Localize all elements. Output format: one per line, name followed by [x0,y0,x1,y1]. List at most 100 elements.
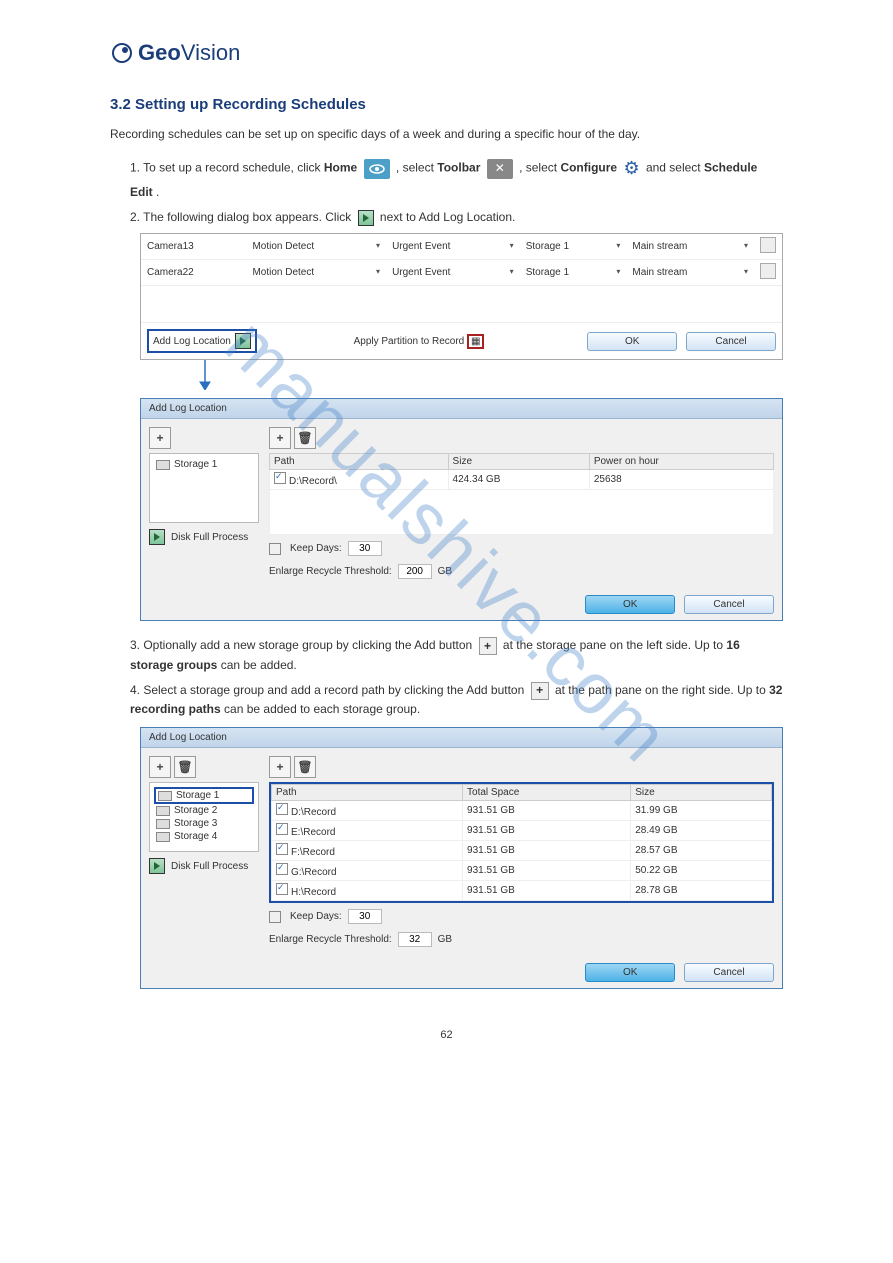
storage-1-item[interactable]: Storage 1 [174,459,217,470]
add-log-dialog-1: Add Log Location + Storage 1 Disk Full P… [140,398,783,621]
play-icon [358,210,374,226]
ok-button-d2[interactable]: OK [585,963,675,982]
enlarge-label-d2: Enlarge Recycle Threshold: [269,934,392,945]
settings-icon-22[interactable] [760,263,776,279]
table-row[interactable]: D:\Record931.51 GB31.99 GB [272,801,772,821]
ok-button-top[interactable]: OK [587,332,677,351]
delete-storage-btn-d2[interactable]: 🗑 [174,756,196,778]
storage-list-d2[interactable]: Storage 1 Storage 2 Storage 3 Storage 4 [149,782,259,852]
delete-path-btn-d1[interactable]: 🗑 [294,427,316,449]
path-table-d2: Path Total Space Size D:\Record931.51 GB… [271,784,772,901]
storage-1-d2[interactable]: Storage 1 [154,787,254,804]
step2-text: 2. The following dialog box appears. Cli… [130,210,355,224]
step3-end: can be added. [221,658,297,672]
cam-13: Camera13 [141,234,246,260]
step-1: 1. To set up a record schedule, click Ho… [130,154,783,202]
table-row[interactable]: F:\Record931.51 GB28.57 GB [272,841,772,861]
table-row[interactable]: G:\Record931.51 GB50.22 GB [272,861,772,881]
row-check[interactable] [276,863,288,875]
disk-full-label-d2[interactable]: Disk Full Process [171,861,248,872]
settings-icon-13[interactable] [760,237,776,253]
dialog1-title: Add Log Location [141,399,782,419]
col-total-d2: Total Space [463,785,631,801]
storage-dd-22[interactable]: Storage 1 [520,260,627,286]
col-path-d1: Path [270,454,449,470]
page-number: 62 [55,1029,838,1041]
cancel-button-d2[interactable]: Cancel [684,963,774,982]
plus-icon-step4: + [531,682,549,700]
keep-days-input-d1[interactable] [348,541,382,556]
path-check-d1[interactable] [274,472,286,484]
table-row[interactable]: H:\Record931.51 GB28.78 GB [272,881,772,901]
step3-prefix: 3. Optionally add a new storage group by… [130,638,476,652]
table-row[interactable]: E:\Record931.51 GB28.49 GB [272,821,772,841]
home-eye-icon [364,159,390,179]
ok-button-d1[interactable]: OK [585,595,675,614]
step1-prefix: 1. To set up a record schedule, click [130,161,324,175]
disk-icon [158,791,172,801]
mode-dd-13[interactable]: Motion Detect [246,234,386,260]
logo: GeoVision [110,40,838,66]
storage-3-d2[interactable]: Storage 3 [154,817,254,830]
path-table-d1: Path Size Power on hour D:\Record\ 424.3… [269,453,774,535]
section-title: 3.2 Setting up Recording Schedules [110,96,838,113]
cancel-button-top[interactable]: Cancel [686,332,776,351]
step1-home: Home [324,161,357,175]
disk-icon [156,832,170,842]
storage-dd-13[interactable]: Storage 1 [520,234,627,260]
intro-text: Recording schedules can be set up on spe… [110,125,783,144]
disk-full-icon-d2[interactable] [149,858,165,874]
col-power-d1: Power on hour [589,454,773,470]
enlarge-input-d2[interactable] [398,932,432,947]
row-check[interactable] [276,823,288,835]
apply-partition-icon[interactable]: ▦ [467,334,484,349]
stream-dd-13[interactable]: Main stream [626,234,754,260]
step4-prefix: 4. Select a storage group and add a reco… [130,683,528,697]
cancel-button-d1[interactable]: Cancel [684,595,774,614]
storage-list-d1[interactable]: Storage 1 [149,453,259,523]
camera-settings-table: Camera13 Motion Detect Urgent Event Stor… [140,233,783,360]
stream-dd-22[interactable]: Main stream [626,260,754,286]
add-storage-btn-d1[interactable]: + [149,427,171,449]
add-path-btn-d1[interactable]: + [269,427,291,449]
mode-dd-22[interactable]: Motion Detect [246,260,386,286]
step1-mid2: , select [519,161,560,175]
keep-days-check-d2[interactable] [269,911,281,923]
add-path-btn-d2[interactable]: + [269,756,291,778]
logo-main: Geo [138,40,181,65]
cam-22: Camera22 [141,260,246,286]
disk-icon [156,806,170,816]
disk-full-icon-d1[interactable] [149,529,165,545]
add-log-play-icon[interactable] [235,333,251,349]
logo-icon [110,41,134,65]
add-log-dialog-2: Add Log Location +🗑 Storage 1 Storage 2 … [140,727,783,989]
storage-2-d2[interactable]: Storage 2 [154,804,254,817]
add-storage-btn-d2[interactable]: + [149,756,171,778]
step-4: 4. Select a storage group and add a reco… [130,681,783,719]
col-size-d1: Size [448,454,589,470]
row-check[interactable] [276,843,288,855]
col-path-d2: Path [272,785,463,801]
enlarge-input-d1[interactable] [398,564,432,579]
keep-days-label-d1: Keep Days: [290,543,342,554]
disk-full-label-d1[interactable]: Disk Full Process [171,532,248,543]
step2-end: next to Add Log Location. [380,210,515,224]
gb-label-d1: GB [438,566,452,577]
table-row[interactable]: D:\Record\ 424.34 GB 25638 [270,470,774,490]
power-val-d1: 25638 [589,470,773,490]
keep-days-input-d2[interactable] [348,909,382,924]
dialog2-title: Add Log Location [141,728,782,748]
event-dd-22[interactable]: Urgent Event [386,260,520,286]
step1-mid3: and select [646,161,704,175]
row-check[interactable] [276,803,288,815]
storage-4-d2[interactable]: Storage 4 [154,830,254,843]
plus-icon-step3: + [479,637,497,655]
row-check[interactable] [276,883,288,895]
add-log-location-link[interactable]: Add Log Location [153,336,231,347]
step1-end: . [156,185,159,199]
keep-days-check-d1[interactable] [269,543,281,555]
event-dd-13[interactable]: Urgent Event [386,234,520,260]
path-val-d1: D:\Record\ [289,476,337,487]
step1-toolbar: Toolbar [437,161,480,175]
delete-path-btn-d2[interactable]: 🗑 [294,756,316,778]
